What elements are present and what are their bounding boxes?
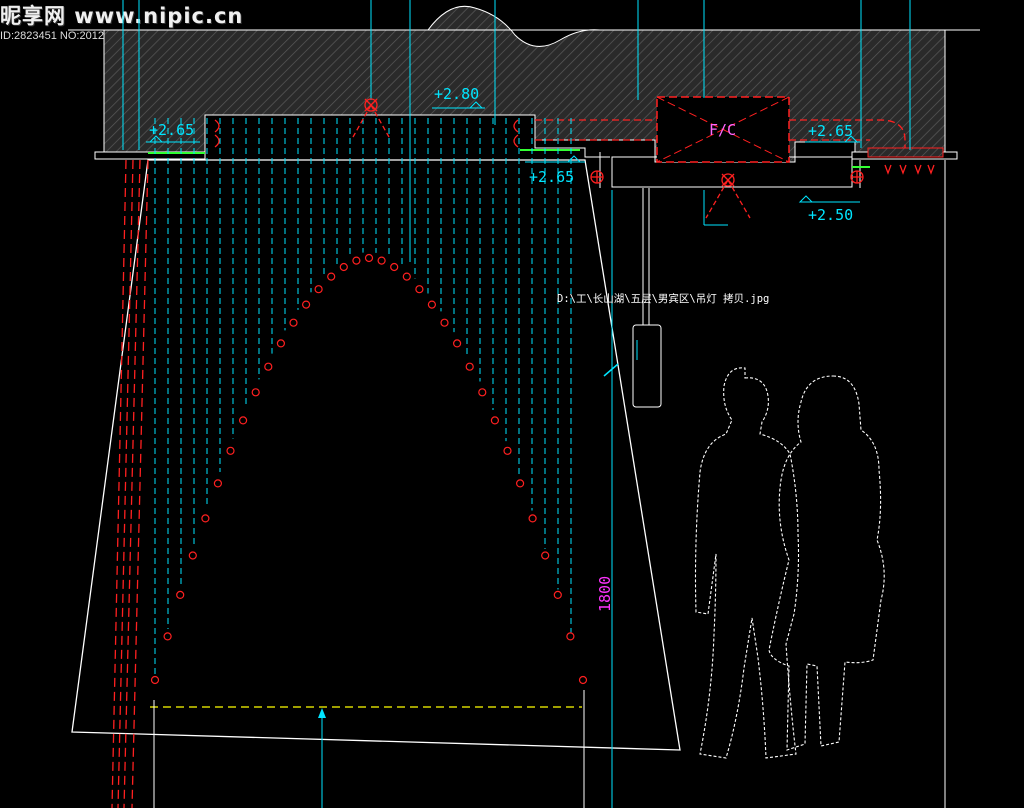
cad-elevation-drawing: F/C +2.80 +2.65 +2.65 +2.65 +2.50 D:\工\长… [68, 0, 980, 808]
crystal-bead [364, 253, 374, 263]
level-left-ceiling: +2.65 [149, 121, 194, 139]
level-ledge: +2.65 [529, 168, 574, 186]
crystal-bead [163, 632, 172, 641]
dimension-tick [603, 363, 619, 377]
dimension-height: 1800 [596, 576, 614, 612]
crystal-bead [276, 339, 285, 348]
crystal-bead [251, 388, 260, 397]
crystal-bead [427, 300, 436, 309]
crystal-bead [213, 479, 222, 488]
crystal-bead [239, 416, 248, 425]
crystal-bead [327, 272, 336, 281]
crystal-bead [541, 551, 550, 560]
crystal-bead [176, 590, 185, 600]
people-silhouettes [694, 367, 885, 759]
crystal-bead [503, 446, 512, 455]
crystal-bead [150, 675, 160, 685]
file-reference: D:\工\长山湖\五层\男宾区\吊灯 拷贝.jpg [557, 292, 769, 305]
fan-coil-label: F/C [709, 121, 736, 139]
crystal-bead [465, 362, 474, 371]
level-lower-ceiling: +2.50 [808, 206, 853, 224]
crystal-bead [553, 590, 562, 600]
crystal-beads [150, 253, 588, 685]
level-right-ceiling: +2.65 [808, 122, 853, 140]
crystal-bead [566, 632, 575, 641]
crystal-bead [578, 675, 588, 685]
crystal-bead [515, 479, 525, 488]
crystal-bead [440, 318, 449, 327]
crystal-bead [339, 262, 348, 272]
dimension-arrow [318, 708, 326, 718]
level-top-ceiling: +2.80 [434, 85, 479, 103]
crystal-bead [390, 262, 399, 272]
crystal-bead [314, 285, 323, 294]
crystal-bead [352, 256, 361, 265]
crystal-bead [402, 272, 411, 281]
crystal-bead [289, 318, 298, 327]
crystal-bead [528, 514, 537, 523]
woman-silhouette [768, 375, 885, 751]
red-dashed-edge [111, 159, 149, 808]
crystal-bead [264, 362, 273, 371]
crystal-bead [478, 388, 487, 397]
crystal-bead [377, 256, 386, 265]
crystal-bead [453, 339, 462, 348]
man-silhouette [694, 367, 800, 759]
crystal-bead [188, 551, 197, 560]
crystal-bead [226, 446, 235, 455]
crystal-bead [490, 416, 499, 425]
crystal-bead [415, 285, 424, 294]
crystal-bead [201, 514, 210, 523]
crystal-strands [154, 118, 572, 674]
crystal-bead [302, 300, 311, 309]
